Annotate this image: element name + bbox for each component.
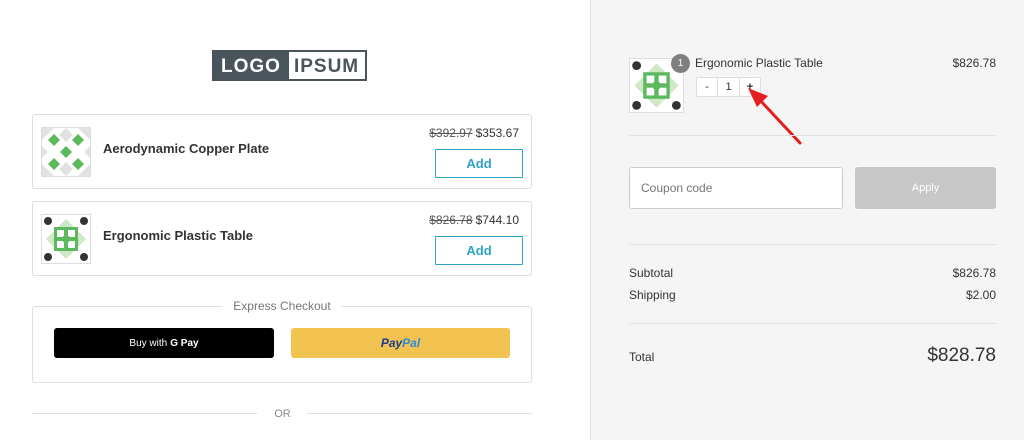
subtotal-label: Subtotal — [629, 266, 674, 280]
section-divider — [629, 135, 996, 136]
express-checkout-label: Express Checkout — [223, 299, 341, 313]
store-logo[interactable]: LOGO IPSUM — [212, 50, 368, 81]
coupon-code-input[interactable] — [629, 167, 843, 209]
add-to-cart-button[interactable]: Add — [435, 149, 523, 178]
section-divider — [629, 244, 996, 245]
product-card: Ergonomic Plastic Table $826.78 $744.10 A… — [32, 201, 532, 276]
or-divider-right — [307, 413, 532, 414]
or-divider-left — [32, 413, 257, 414]
logo-text-primary: LOGO — [214, 52, 289, 79]
cart-item-price: $826.78 — [952, 56, 996, 70]
paypal-logo-part2: Pal — [402, 336, 421, 350]
quantity-badge: 1 — [671, 54, 690, 73]
sale-price: $744.10 — [475, 213, 519, 227]
product-price: $826.78 $744.10 — [429, 213, 519, 227]
shipping-value: $2.00 — [965, 288, 996, 302]
product-price: $392.97 $353.67 — [429, 126, 519, 140]
quantity-value[interactable]: 1 — [718, 78, 739, 96]
product-card: Aerodynamic Copper Plate $392.97 $353.67 … — [32, 114, 532, 189]
gpay-brand: G Pay — [170, 337, 199, 349]
cart-item-name: Ergonomic Plastic Table — [695, 56, 823, 70]
product-name: Aerodynamic Copper Plate — [103, 141, 270, 156]
product-name: Ergonomic Plastic Table — [103, 228, 254, 243]
sale-price: $353.67 — [475, 126, 519, 140]
original-price: $392.97 — [429, 126, 473, 140]
section-divider — [629, 323, 996, 324]
express-checkout-heading: Express Checkout — [32, 299, 532, 313]
paypal-logo-part1: Pay — [380, 336, 403, 350]
quantity-stepper: - 1 + — [696, 77, 761, 97]
gpay-label: Buy with — [129, 337, 168, 349]
logo-text-secondary: IPSUM — [288, 52, 366, 79]
or-separator: OR — [274, 408, 291, 420]
product-image — [41, 214, 91, 264]
total-label: Total — [629, 350, 655, 364]
shipping-label: Shipping — [629, 288, 676, 302]
subtotal-value: $826.78 — [952, 266, 996, 280]
product-image — [41, 127, 91, 177]
diamond-tile-icon — [42, 128, 90, 176]
original-price: $826.78 — [429, 213, 473, 227]
total-value: $828.78 — [927, 345, 996, 366]
decrease-quantity-button[interactable]: - — [697, 78, 718, 96]
add-to-cart-button[interactable]: Add — [435, 236, 523, 265]
square-tile-icon — [44, 217, 88, 261]
increase-quantity-button[interactable]: + — [739, 78, 760, 96]
apply-coupon-button[interactable]: Apply — [855, 167, 996, 209]
paypal-button[interactable]: Pay Pal — [291, 328, 510, 358]
google-pay-button[interactable]: Buy with G Pay — [54, 328, 274, 358]
